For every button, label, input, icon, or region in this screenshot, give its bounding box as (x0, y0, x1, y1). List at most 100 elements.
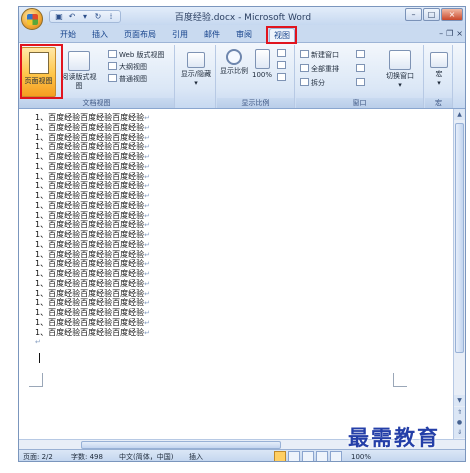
tab-insert[interactable]: 插入 (87, 28, 113, 42)
zoom-button[interactable]: 显示比例 (219, 47, 249, 76)
document-area[interactable]: 1、百度经验百度经验百度经验↵ 1、百度经验百度经验百度经验↵ 1、百度经验百度经验… (19, 109, 465, 439)
document-page[interactable]: 1、百度经验百度经验百度经验↵ 1、百度经验百度经验百度经验↵ 1、百度经验百度经验… (23, 109, 461, 439)
macros-group-label: 宏 (425, 98, 452, 108)
view-side-by-side-button[interactable] (356, 50, 367, 60)
title-bar: ▣ ↶ ▾ ↻ ⁞ 百度经验.docx - Microsoft Word – □… (19, 7, 465, 25)
scroll-down-icon[interactable]: ▼ (454, 395, 465, 406)
office-button[interactable] (21, 8, 43, 30)
scroll-up-icon[interactable]: ▲ (454, 109, 465, 120)
word-window: ▣ ↶ ▾ ↻ ⁞ 百度经验.docx - Microsoft Word – □… (18, 6, 466, 462)
view-tab-highlight (266, 26, 297, 44)
document-line[interactable]: 1、百度经验百度经验百度经验↵ (35, 211, 150, 221)
zoom-100-button[interactable]: 100% (251, 47, 273, 80)
reading-icon (68, 51, 90, 71)
close-button[interactable]: × (441, 8, 463, 21)
document-line[interactable]: 1、百度经验百度经验百度经验↵ (35, 259, 150, 269)
chevron-down-icon: ▾ (398, 81, 402, 89)
document-line[interactable]: 1、百度经验百度经验百度经验↵ (35, 308, 150, 318)
tab-page-layout[interactable]: 页面布局 (119, 28, 161, 42)
zoom-100-label: 100% (251, 71, 272, 79)
screenshot-frame: ▣ ↶ ▾ ↻ ⁞ 百度经验.docx - Microsoft Word – □… (0, 0, 470, 473)
vertical-scrollbar[interactable]: ▲ ▼ ⇑ ● ⇓ (453, 109, 465, 439)
page-width-icon (277, 73, 286, 81)
document-line-text: 1、百度经验百度经验百度经验 (35, 288, 145, 298)
document-line[interactable]: 1、百度经验百度经验百度经验↵ (35, 172, 150, 182)
document-text[interactable]: 1、百度经验百度经验百度经验↵ 1、百度经验百度经验百度经验↵ 1、百度经验百度经验… (35, 113, 150, 347)
switch-windows-icon (389, 50, 411, 70)
status-page[interactable]: 页面: 2/2 (23, 451, 53, 461)
document-line[interactable]: 1、百度经验百度经验百度经验↵ (35, 250, 150, 260)
document-line[interactable]: 1、百度经验百度经验百度经验↵ (35, 142, 150, 152)
document-line[interactable]: 1、百度经验百度经验百度经验↵ (35, 298, 150, 308)
outline-view-icon[interactable] (316, 451, 328, 461)
maximize-button[interactable]: □ (423, 8, 440, 21)
show-hide-button[interactable]: 显示/隐藏 ▾ (177, 47, 215, 88)
minimize-ribbon-icon[interactable]: – (439, 29, 443, 38)
status-words[interactable]: 字数: 498 (71, 451, 103, 461)
outline-button[interactable]: 大纲视图 (108, 62, 147, 72)
chevron-down-icon: ▾ (437, 79, 441, 87)
web-layout-label: Web 版式视图 (119, 51, 165, 59)
document-line[interactable]: 1、百度经验百度经验百度经验↵ (35, 181, 150, 191)
document-line[interactable]: 1、百度经验百度经验百度经验↵ (35, 279, 150, 289)
macros-button[interactable]: 宏 ▾ (427, 47, 451, 88)
vertical-scroll-thumb[interactable] (455, 123, 464, 353)
document-line[interactable]: 1、百度经验百度经验百度经验↵ (35, 162, 150, 172)
page-width-button[interactable] (277, 73, 288, 83)
restore-icon[interactable]: ❐ (446, 29, 453, 38)
document-line[interactable]: 1、百度经验百度经验百度经验↵ (35, 220, 150, 230)
group-show-hide: 显示/隐藏 ▾ (176, 45, 216, 108)
document-line[interactable]: 1、百度经验百度经验百度经验↵ (35, 152, 150, 162)
new-window-label: 新建窗口 (311, 51, 339, 59)
draft-view-icon[interactable] (330, 451, 342, 461)
document-line[interactable]: 1、百度经验百度经验百度经验↵ (35, 113, 150, 123)
document-line[interactable]: 1、百度经验百度经验百度经验↵ (35, 201, 150, 211)
document-line[interactable]: 1、百度经验百度经验百度经验↵ (35, 269, 150, 279)
new-window-button[interactable]: 新建窗口 (300, 50, 339, 60)
tab-home[interactable]: 开始 (55, 28, 81, 42)
paragraph-mark-icon: ↵ (35, 338, 41, 347)
status-zoom[interactable]: 100% (351, 451, 371, 461)
tab-references[interactable]: 引用 (167, 28, 193, 42)
tab-mailings[interactable]: 邮件 (199, 28, 225, 42)
next-page-icon[interactable]: ⇓ (454, 427, 465, 438)
window-title: 百度经验.docx - Microsoft Word (174, 13, 312, 23)
document-line[interactable]: 1、百度经验百度经验百度经验↵ (35, 230, 150, 240)
reset-window-button[interactable] (356, 78, 367, 88)
document-line[interactable]: 1、百度经验百度经验百度经验↵ (35, 289, 150, 299)
document-line[interactable]: 1、百度经验百度经验百度经验↵ (35, 133, 150, 143)
sync-scroll-button[interactable] (356, 64, 367, 74)
paragraph-mark-icon: ↵ (144, 133, 150, 142)
two-pages-button[interactable] (277, 61, 288, 71)
close-document-icon[interactable]: × (456, 29, 463, 38)
document-line[interactable]: 1、百度经验百度经验百度经验↵ (35, 123, 150, 133)
print-layout-highlight (20, 44, 63, 99)
horizontal-scroll-thumb[interactable] (81, 441, 281, 449)
reading-view-icon[interactable] (288, 451, 300, 461)
document-line-text: 1、百度经验百度经验百度经验 (35, 278, 145, 288)
arrange-all-button[interactable]: 全部重排 (300, 64, 339, 74)
split-button[interactable]: 拆分 (300, 78, 325, 88)
switch-windows-button[interactable]: 切换窗口 ▾ (380, 47, 420, 90)
watermark-logo: 最需教育 (348, 425, 440, 450)
empty-paragraph[interactable]: ↵ (35, 337, 150, 347)
document-line[interactable]: 1、百度经验百度经验百度经验↵ (35, 318, 150, 328)
status-insert-mode[interactable]: 插入 (189, 451, 203, 461)
tab-review[interactable]: 审阅 (231, 28, 257, 42)
web-view-icon[interactable] (302, 451, 314, 461)
document-line[interactable]: 1、百度经验百度经验百度经验↵ (35, 240, 150, 250)
group-window: 新建窗口 全部重排 拆分 切换窗口 ▾ 窗口 (296, 45, 424, 108)
minimize-button[interactable]: – (405, 8, 422, 21)
macros-icon (430, 52, 448, 68)
document-line[interactable]: 1、百度经验百度经验百度经验↵ (35, 191, 150, 201)
web-layout-button[interactable]: Web 版式视图 (108, 50, 165, 60)
full-screen-reading-button[interactable]: 阅读版式视图 (59, 47, 99, 91)
document-line[interactable]: 1、百度经验百度经验百度经验↵ (35, 328, 150, 338)
show-hide-button-label: 显示/隐藏 (180, 70, 212, 78)
print-layout-view-icon[interactable] (274, 451, 286, 461)
draft-button[interactable]: 普通视图 (108, 74, 147, 84)
one-page-button[interactable] (277, 49, 288, 59)
sync-scroll-icon (356, 64, 365, 72)
new-window-icon (300, 50, 309, 58)
status-language[interactable]: 中文(简体，中国) (119, 451, 173, 461)
